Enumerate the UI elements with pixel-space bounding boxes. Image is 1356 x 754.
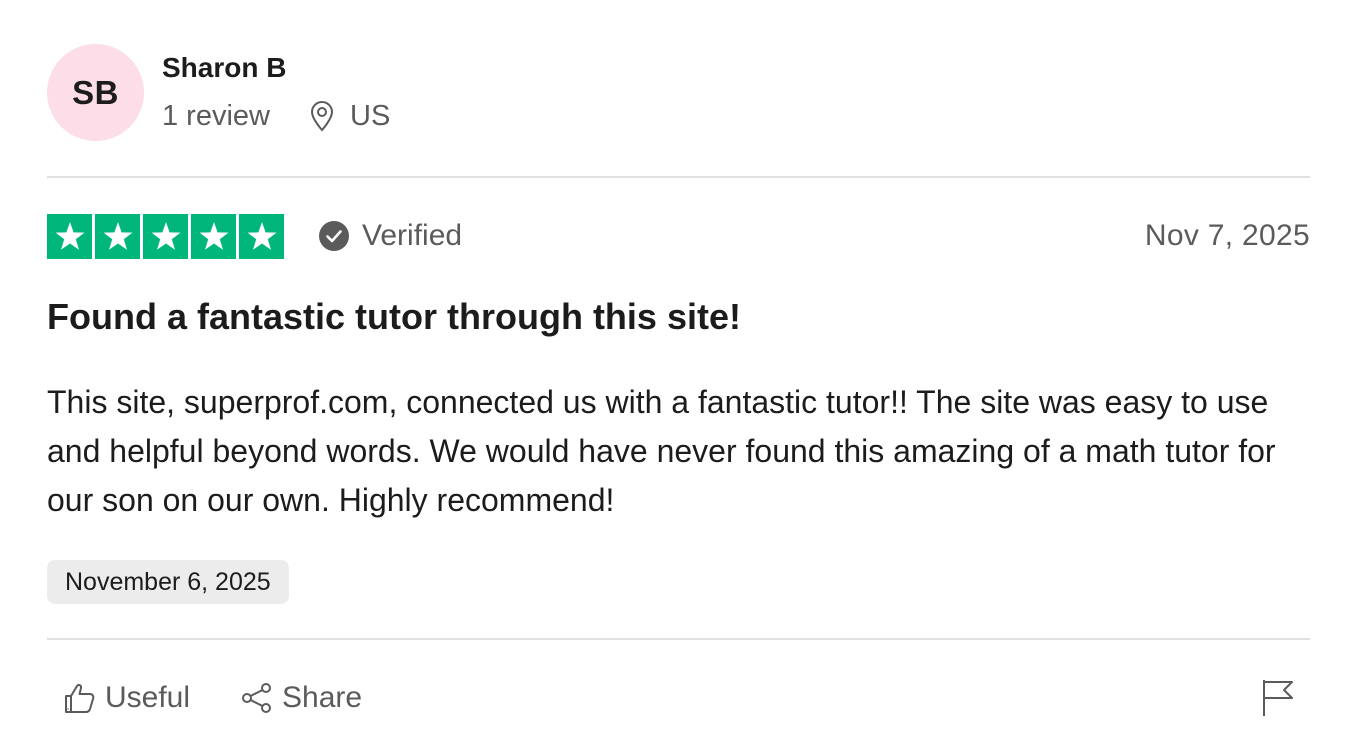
star-rating — [47, 213, 284, 259]
reviewer-country: US — [350, 99, 391, 132]
star-icon — [199, 222, 228, 250]
reviewer-info: Sharon B 1 review US — [162, 51, 390, 133]
rating-star — [191, 213, 236, 259]
flag-icon[interactable] — [1260, 678, 1296, 718]
verified-label: Verified — [362, 219, 463, 252]
check-circle-icon — [319, 221, 349, 251]
review-body: This site, superprof.com, connected us w… — [47, 384, 1276, 518]
star-icon — [103, 222, 132, 250]
verified-badge[interactable]: Verified — [318, 219, 462, 253]
rating-star — [143, 213, 188, 259]
divider — [47, 638, 1310, 640]
location-pin-icon — [310, 100, 334, 131]
reviewer-meta: 1 review US — [162, 99, 390, 133]
share-icon — [242, 683, 272, 713]
thumbs-up-icon — [65, 683, 95, 713]
star-icon — [55, 222, 84, 250]
rating-row: Verified Nov 7, 2025 — [47, 213, 1310, 259]
rating-star — [47, 213, 92, 259]
share-label: Share — [282, 681, 363, 714]
reviewer-name[interactable]: Sharon B — [162, 51, 390, 85]
reviewer-header: SB Sharon B 1 review US — [47, 44, 390, 141]
review-date: Nov 7, 2025 — [1144, 219, 1310, 252]
useful-button[interactable]: Useful — [63, 681, 190, 715]
review-actions: Useful Share — [63, 676, 362, 720]
rating-star — [95, 213, 140, 259]
date-of-experience: November 6, 2025 — [47, 560, 289, 604]
useful-label: Useful — [105, 681, 191, 714]
divider — [47, 176, 1310, 178]
review-title[interactable]: Found a fantastic tutor through this sit… — [47, 294, 741, 340]
avatar[interactable]: SB — [47, 44, 144, 141]
review-count: 1 review — [162, 99, 270, 132]
share-button[interactable]: Share — [240, 681, 362, 715]
star-icon — [151, 222, 180, 250]
reviewer-location: US — [308, 99, 390, 133]
star-icon — [247, 222, 276, 250]
rating-star — [239, 213, 284, 259]
review-card: SB Sharon B 1 review US Verified Nov 7, … — [47, 0, 1310, 754]
